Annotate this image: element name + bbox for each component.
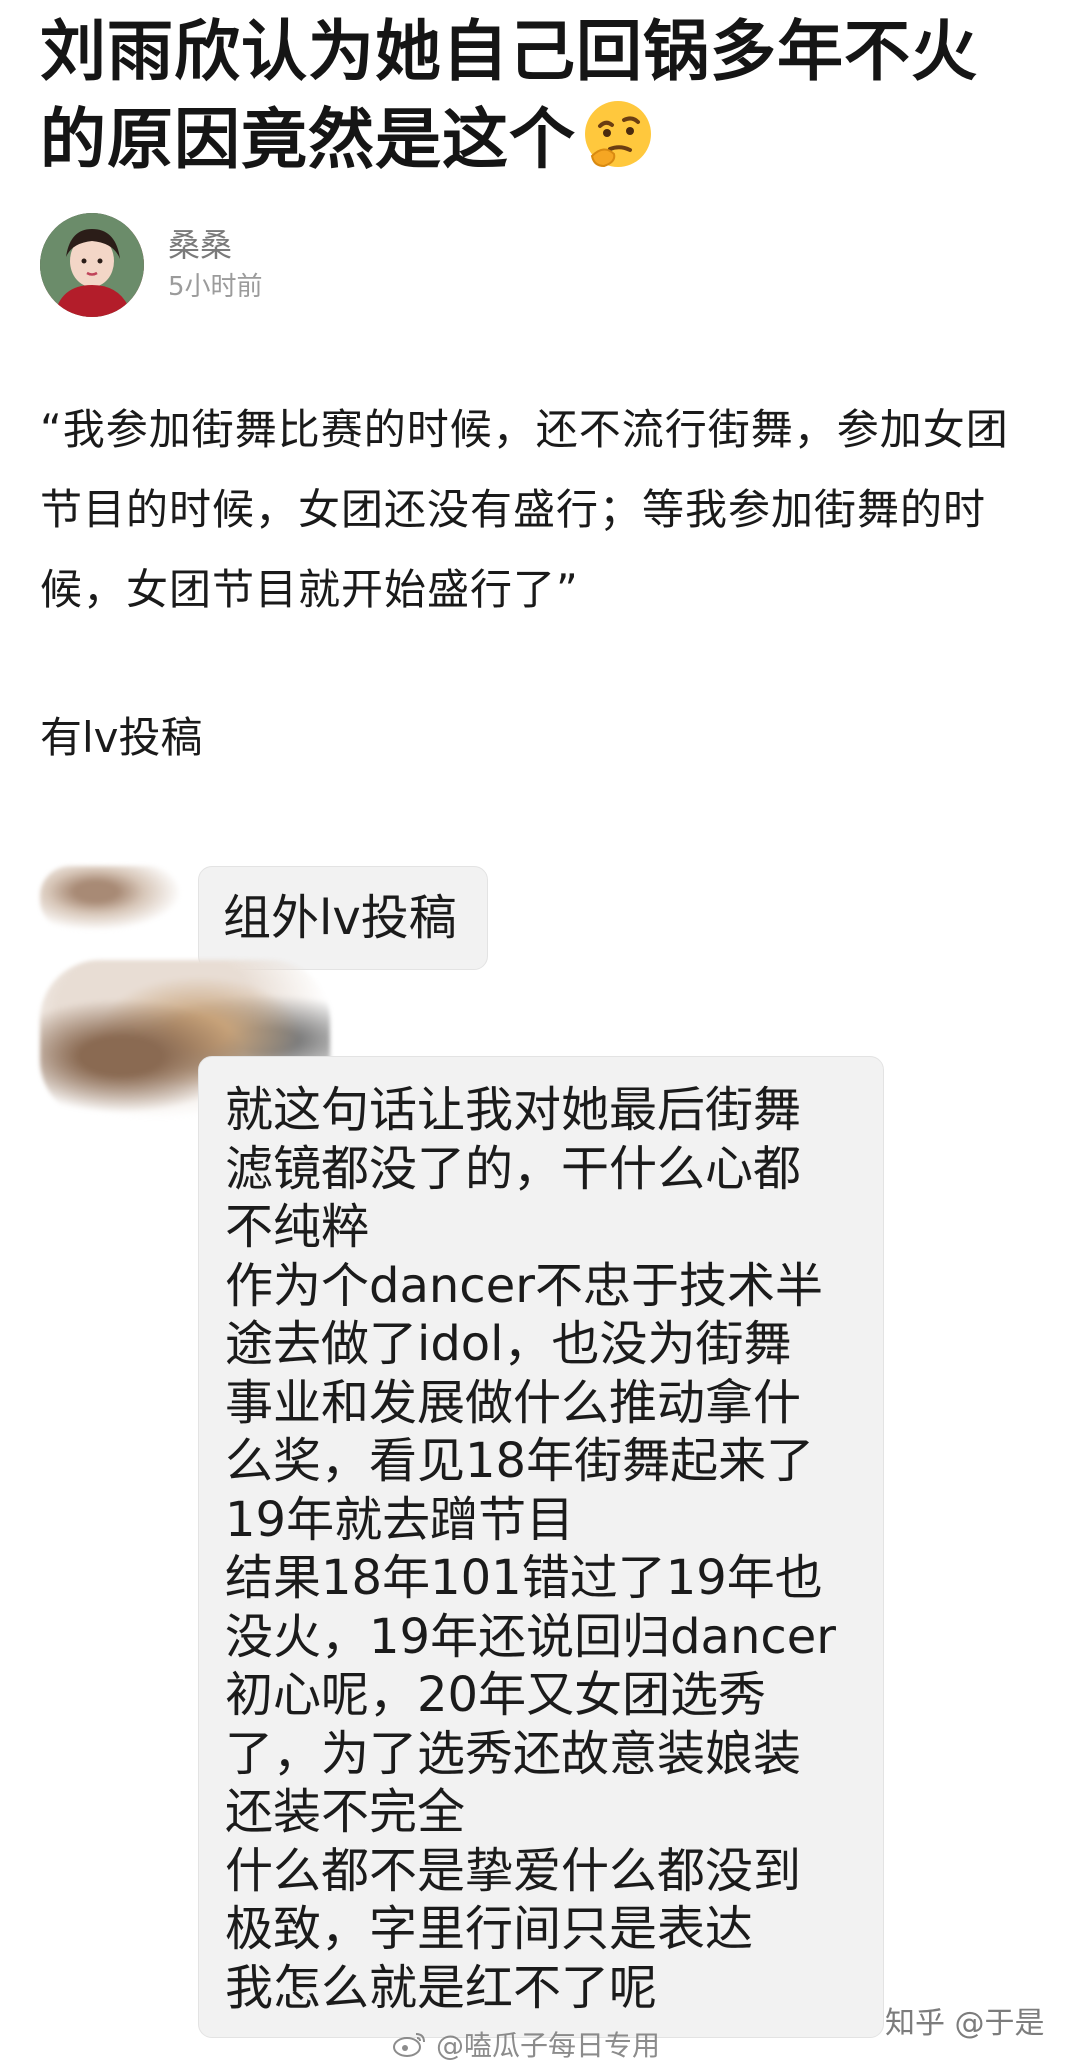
- chat-line: 什么都不是挚爱什么都没到: [225, 1842, 802, 1899]
- chat-line: 了，为了选秀还故意装娘装: [225, 1725, 802, 1782]
- chat-line: 滤镜都没了的，干什么心都: [225, 1140, 802, 1197]
- chat-line: 我怎么就是红不了呢: [225, 1959, 658, 2016]
- zhihu-watermark: 知乎 @于是: [885, 2006, 1045, 2041]
- article-title-text: 刘雨欣认为她自己回锅多年不火的原因竟然是这个: [40, 13, 978, 178]
- weibo-watermark-text: @嗑瓜子每日专用: [436, 2029, 661, 2062]
- author-row[interactable]: 桑桑 5小时前: [40, 210, 263, 320]
- avatar[interactable]: [40, 213, 144, 317]
- chat-line: 就这句话让我对她最后街舞: [225, 1082, 802, 1138]
- post-time: 5小时前: [168, 272, 263, 302]
- chat-line: 事业和发展做什么推动拿什: [225, 1374, 802, 1431]
- weibo-watermark: @嗑瓜子每日专用: [392, 2024, 660, 2064]
- chat-line: 作为个dancer不忠于技术半: [225, 1257, 823, 1314]
- chat-line: 不纯粹: [225, 1199, 370, 1255]
- chat-bubble-2: 就这句话让我对她最后街舞 滤镜都没了的，干什么心都 不纯粹 作为个dancer不…: [198, 1056, 884, 2038]
- weibo-icon: [392, 2030, 428, 2058]
- author-meta: 桑桑 5小时前: [168, 223, 263, 307]
- chat-bubble-1: 组外lv投稿: [198, 866, 488, 970]
- chat-line: 还装不完全: [225, 1784, 466, 1840]
- chat-line: 结果18年101错过了19年也: [225, 1550, 823, 1606]
- chat-line: 没火，19年还说回归dancer: [225, 1608, 837, 1665]
- chat-line: 么奖，看见18年街舞起来了: [225, 1433, 815, 1489]
- blurred-avatar-1: [40, 866, 180, 930]
- chat-line: 极致，字里行间只是表达: [225, 1901, 754, 1957]
- article-title: 刘雨欣认为她自己回锅多年不火的原因竟然是这个: [40, 8, 1040, 184]
- author-name[interactable]: 桑桑: [168, 223, 263, 267]
- chat-line: 初心呢，20年又女团选秀: [225, 1667, 767, 1723]
- chat-bubble-1-text: 组外lv投稿: [223, 890, 457, 946]
- submission-note: 有lv投稿: [40, 713, 203, 762]
- thinking-face-icon: [580, 96, 656, 172]
- chat-line: 19年就去蹭节目: [225, 1491, 575, 1548]
- chat-line: 途去做了idol，也没为街舞: [225, 1316, 792, 1372]
- article-quote: “我参加街舞比赛的时候，还不流行街舞，参加女团节目的时候，女团还没有盛行；等我参…: [40, 405, 1009, 614]
